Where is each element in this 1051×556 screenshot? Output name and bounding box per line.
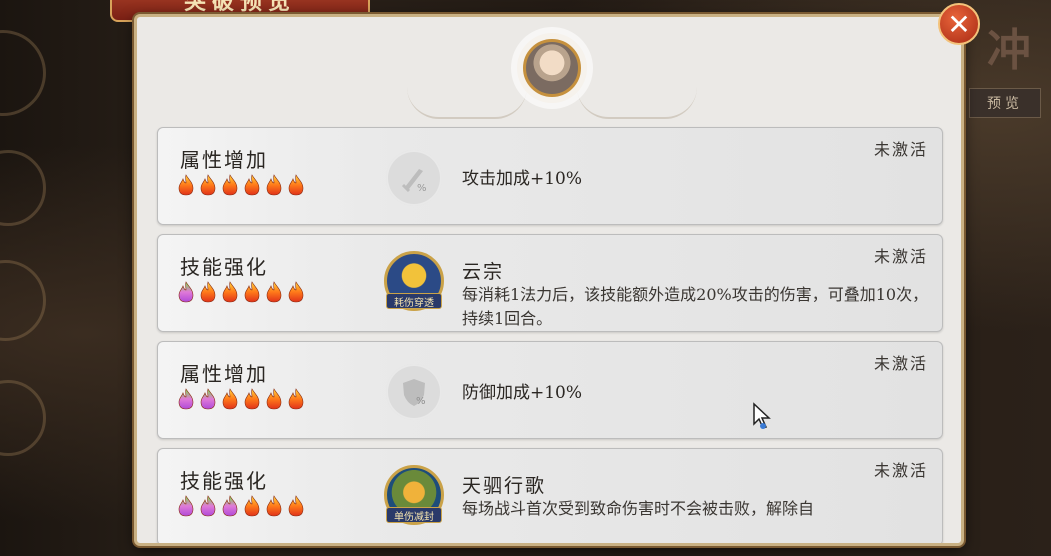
- orange-flame-icon: [266, 281, 282, 303]
- skill-tag: 耗伤穿透: [386, 293, 442, 309]
- orange-flame-icon: [244, 174, 260, 196]
- decor-wing-right: [577, 87, 697, 119]
- shield-icon: %: [386, 364, 442, 420]
- rainbow-flame-icon: [200, 388, 216, 410]
- activation-status: 未激活: [873, 247, 928, 266]
- mouse-cursor-icon: [753, 402, 771, 429]
- card-category: 属性增加: [180, 148, 268, 172]
- flame-rating: [176, 495, 306, 517]
- bg-ornament: [0, 30, 46, 116]
- flame-rating: [176, 174, 306, 196]
- flame-rating: [176, 388, 306, 410]
- orange-flame-icon: [266, 495, 282, 517]
- breakthrough-card: 技能强化 未激活 耗伤穿透 云宗 每消耗1法力后，该技能额外造成20%攻击的伤害…: [157, 234, 943, 332]
- orange-flame-icon: [244, 281, 260, 303]
- rainbow-flame-icon: [178, 388, 194, 410]
- orange-flame-icon: [288, 495, 304, 517]
- orange-flame-icon: [178, 174, 194, 196]
- rainbow-flame-icon: [222, 495, 238, 517]
- orange-flame-icon: [288, 388, 304, 410]
- decor-wing-left: [407, 87, 527, 119]
- activation-status: 未激活: [873, 140, 928, 159]
- skill-description: 每消耗1法力后，该技能额外造成20%攻击的伤害，可叠加10次，持续1回合。: [462, 285, 929, 328]
- orange-flame-icon: [244, 495, 260, 517]
- flame-rating: [176, 281, 306, 303]
- activation-status: 未激活: [873, 354, 928, 373]
- bg-ornament: [0, 260, 46, 341]
- rainbow-flame-icon: [200, 495, 216, 517]
- preview-side-tab[interactable]: 预览: [969, 88, 1041, 118]
- skill-description: 每场战斗首次受到致命伤害时不会被击败，解除自: [462, 499, 815, 518]
- skill-name: 天驷行歌: [462, 475, 547, 497]
- svg-text:%: %: [416, 396, 426, 407]
- orange-flame-icon: [266, 388, 282, 410]
- hero-portrait-frame: [517, 33, 587, 103]
- skill-tag: 单伤减封: [386, 507, 442, 523]
- orange-flame-icon: [222, 388, 238, 410]
- hero-portrait: [523, 39, 581, 97]
- orange-flame-icon: [266, 174, 282, 196]
- breakthrough-preview-panel: 属性增加 未激活 % 攻击加成+10% 技能强化 未激活 耗伤穿透 云宗 每消耗…: [134, 14, 964, 546]
- orange-flame-icon: [200, 281, 216, 303]
- activation-status: 未激活: [873, 461, 928, 480]
- rainbow-flame-icon: [178, 281, 194, 303]
- orange-flame-icon: [288, 174, 304, 196]
- card-category: 技能强化: [180, 469, 268, 493]
- orange-flame-icon: [222, 174, 238, 196]
- orange-flame-icon: [222, 281, 238, 303]
- attribute-bonus-text: 攻击加成+10%: [462, 169, 583, 189]
- card-category: 属性增加: [180, 362, 268, 386]
- sword-icon: %: [386, 150, 442, 206]
- breakthrough-card: 技能强化 未激活 单伤减封 天驷行歌 每场战斗首次受到致命伤害时不会被击败，解除…: [157, 448, 943, 543]
- side-glyph: 冲: [987, 25, 1031, 76]
- close-button[interactable]: ✕: [938, 3, 980, 45]
- breakthrough-card: 属性增加 未激活 % 攻击加成+10%: [157, 127, 943, 225]
- orange-flame-icon: [288, 281, 304, 303]
- orange-flame-icon: [200, 174, 216, 196]
- rainbow-flame-icon: [178, 495, 194, 517]
- bg-ornament: [0, 150, 46, 226]
- breakthrough-card: 属性增加 未激活 % 防御加成+10%: [157, 341, 943, 439]
- bg-ornament: [0, 380, 46, 456]
- attribute-bonus-text: 防御加成+10%: [462, 383, 583, 403]
- skill-name: 云宗: [462, 261, 505, 283]
- card-category: 技能强化: [180, 255, 268, 279]
- orange-flame-icon: [244, 388, 260, 410]
- svg-text:%: %: [417, 183, 427, 194]
